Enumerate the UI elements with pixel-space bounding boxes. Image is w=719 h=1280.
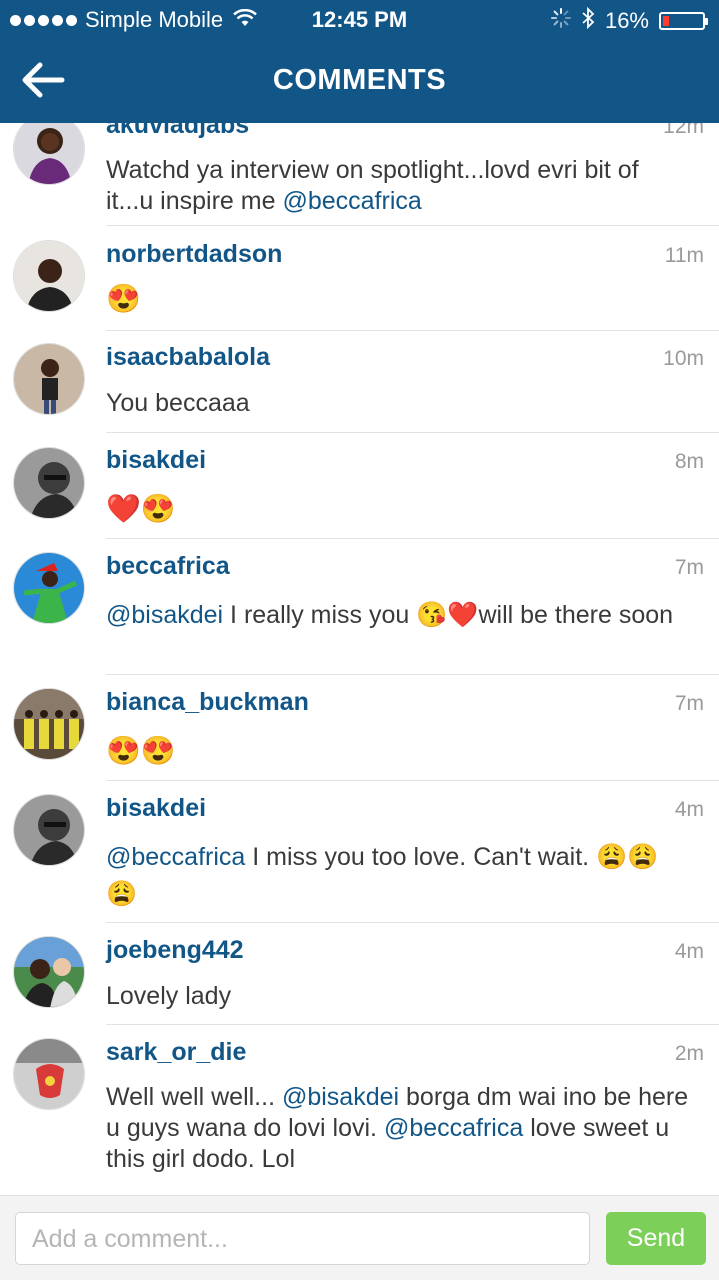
mention-link[interactable]: @bisakdei: [282, 1083, 399, 1111]
bluetooth-icon: [581, 6, 595, 35]
comment-input[interactable]: Add a comment...: [15, 1212, 590, 1265]
avatar[interactable]: [13, 936, 85, 1008]
status-bar: Simple Mobile 12:45 PM 16%: [0, 0, 719, 40]
comment-username[interactable]: sark_or_die: [106, 1038, 246, 1067]
battery-level: [663, 16, 669, 26]
comment-username[interactable]: joebeng442: [106, 936, 244, 965]
comment-text: You beccaaa: [106, 388, 689, 419]
avatar[interactable]: [13, 240, 85, 312]
comment-item: norbertdadson 11m 😍: [0, 226, 719, 331]
comment-text: 😍😍: [106, 735, 689, 768]
activity-spinner-icon: [550, 8, 571, 34]
comments-list[interactable]: akuviadjabs 12m Watchd ya interview on s…: [0, 123, 719, 1195]
mention-link[interactable]: @beccafrica: [106, 843, 245, 871]
comment-item: joebeng442 4m Lovely lady: [0, 923, 719, 1025]
comment-composer: Add a comment... Send: [0, 1195, 719, 1280]
comment-item: bisakdei 4m @beccafrica I miss you too l…: [0, 781, 719, 923]
comment-text-part: ❤️😍: [106, 493, 176, 524]
comment-time: 4m: [674, 798, 704, 821]
comment-text: Well well well... @bisakdei borga dm wai…: [106, 1082, 689, 1175]
mention-link[interactable]: @bisakdei: [106, 601, 223, 629]
comment-time: 2m: [674, 1042, 704, 1065]
avatar[interactable]: [13, 794, 85, 866]
comment-text: 😍: [106, 283, 689, 316]
comment-text-part: Well well well...: [106, 1083, 282, 1111]
page-title: COMMENTS: [272, 64, 447, 96]
comment-time: 7m: [674, 692, 704, 715]
comment-text-part: I really miss you 😘❤️will be there soon: [223, 601, 674, 629]
avatar[interactable]: [13, 123, 85, 185]
comment-item: akuviadjabs 12m Watchd ya interview on s…: [0, 123, 719, 226]
comment-text: Lovely lady: [106, 981, 689, 1012]
comment-time: 8m: [674, 450, 704, 473]
comment-username[interactable]: isaacbabalola: [106, 343, 270, 372]
send-button[interactable]: Send: [606, 1212, 706, 1265]
comment-item: isaacbabalola 10m You beccaaa: [0, 331, 719, 433]
comment-username[interactable]: bisakdei: [106, 446, 206, 475]
comment-text: Watchd ya interview on spotlight...lovd …: [106, 155, 689, 217]
battery-icon: [659, 12, 708, 30]
comment-item: sark_or_die 2m Well well well... @bisakd…: [0, 1025, 719, 1195]
comment-username[interactable]: bianca_buckman: [106, 688, 309, 717]
comment-username[interactable]: norbertdadson: [106, 240, 282, 269]
comment-item: bianca_buckman 7m 😍😍: [0, 675, 719, 781]
comment-item: bisakdei 8m ❤️😍: [0, 433, 719, 539]
comment-text-part: 😍: [106, 283, 141, 314]
mention-link[interactable]: @beccafrica: [282, 187, 421, 215]
comment-username[interactable]: bisakdei: [106, 794, 206, 823]
comment-time: 11m: [664, 244, 704, 267]
comment-text: ❤️😍: [106, 493, 689, 526]
avatar[interactable]: [13, 552, 85, 624]
comment-text: @bisakdei I really miss you 😘❤️will be t…: [106, 598, 689, 633]
comment-username[interactable]: beccafrica: [106, 552, 230, 581]
comment-item: beccafrica 7m @bisakdei I really miss yo…: [0, 539, 719, 675]
comment-time: 10m: [663, 347, 704, 370]
comment-time: 12m: [663, 123, 704, 138]
status-right: 16%: [550, 6, 708, 35]
comment-text-part: You beccaaa: [106, 389, 250, 417]
comment-text-part: Lovely lady: [106, 982, 232, 1010]
nav-header: COMMENTS: [0, 40, 719, 123]
avatar[interactable]: [13, 447, 85, 519]
battery-percent: 16%: [604, 8, 649, 33]
mention-link[interactable]: @beccafrica: [384, 1114, 523, 1142]
comment-time: 4m: [674, 940, 704, 963]
comment-text-part: 😍😍: [106, 735, 176, 766]
comment-text: @beccafrica I miss you too love. Can't w…: [106, 839, 689, 913]
avatar[interactable]: [13, 688, 85, 760]
comment-username[interactable]: akuviadjabs: [106, 123, 249, 140]
comment-time: 7m: [674, 556, 704, 579]
avatar[interactable]: [13, 1038, 85, 1110]
avatar[interactable]: [13, 343, 85, 415]
